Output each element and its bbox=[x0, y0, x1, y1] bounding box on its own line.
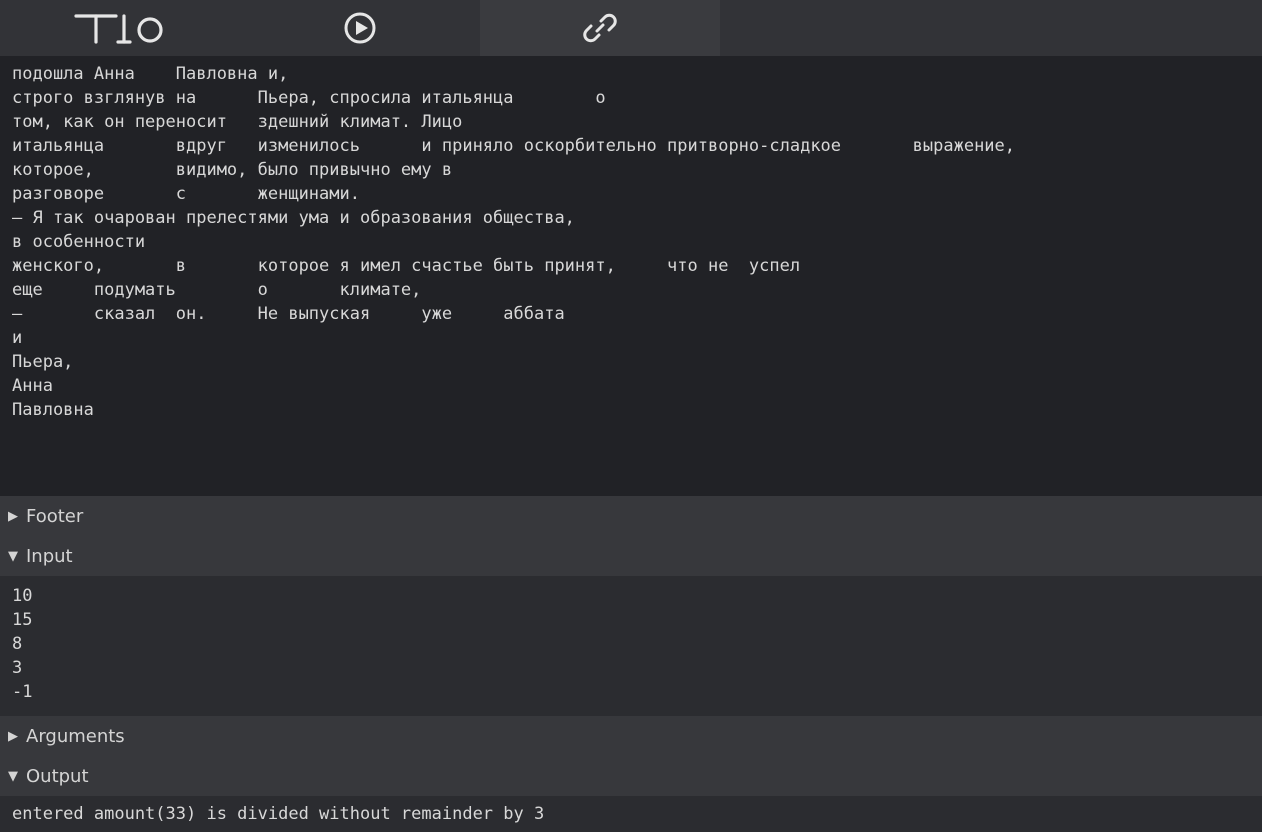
arguments-section-header[interactable]: ▶ Arguments bbox=[0, 716, 1262, 756]
output-section-header[interactable]: ▼ Output bbox=[0, 756, 1262, 796]
input-section-label: Input bbox=[26, 546, 73, 567]
collapse-down-icon: ▼ bbox=[8, 769, 26, 784]
output-display: entered amount(33) is divided without re… bbox=[0, 796, 1262, 832]
play-circle-icon bbox=[342, 10, 378, 46]
arguments-section-label: Arguments bbox=[26, 726, 125, 747]
permalink-button[interactable] bbox=[480, 0, 720, 56]
tio-logo-icon bbox=[70, 8, 170, 48]
collapse-right-icon: ▶ bbox=[8, 729, 26, 744]
code-editor[interactable]: подошла Анна Павловна и, строго взглянув… bbox=[0, 56, 1262, 496]
collapse-down-icon: ▼ bbox=[8, 549, 26, 564]
input-editor[interactable]: 10 15 8 3 -1 bbox=[0, 576, 1262, 716]
run-button[interactable] bbox=[240, 0, 480, 56]
input-section-header[interactable]: ▼ Input bbox=[0, 536, 1262, 576]
collapse-right-icon: ▶ bbox=[8, 509, 26, 524]
toolbar bbox=[0, 0, 1262, 56]
output-section-label: Output bbox=[26, 766, 89, 787]
link-icon bbox=[582, 10, 618, 46]
logo-button[interactable] bbox=[0, 0, 240, 56]
footer-section-header[interactable]: ▶ Footer bbox=[0, 496, 1262, 536]
footer-section-label: Footer bbox=[26, 506, 83, 527]
